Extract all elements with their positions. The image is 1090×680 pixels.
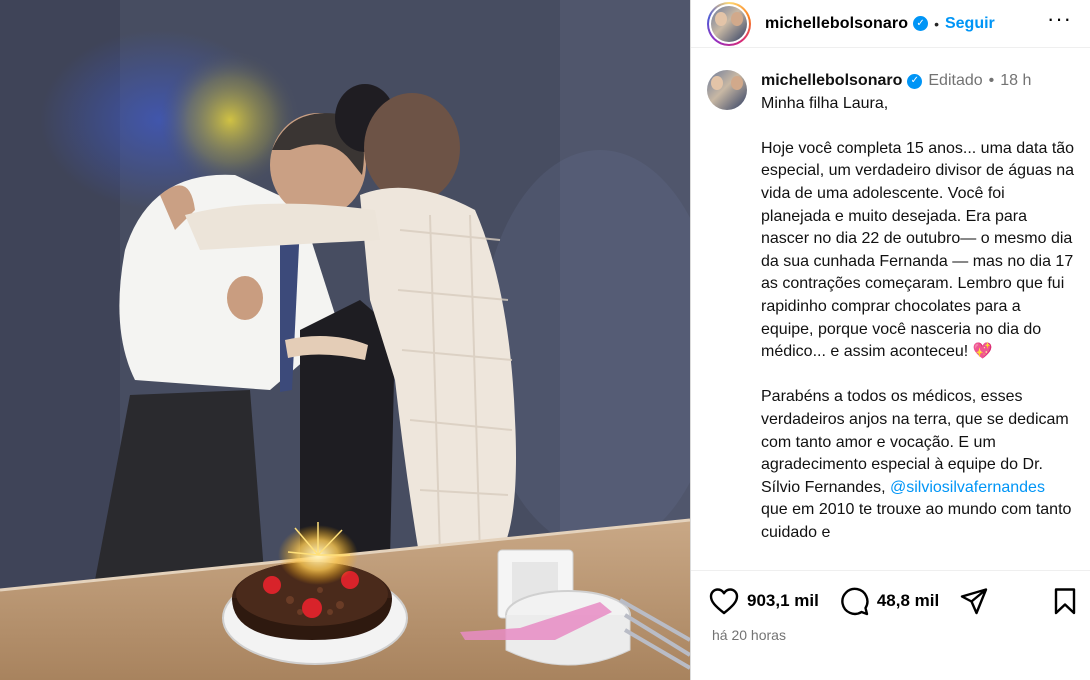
post-timestamp[interactable]: há 20 horas	[691, 627, 1090, 643]
caption-text: michellebolsonaro ✓ Editado • 18 h Minha…	[761, 70, 1075, 544]
caption-paragraph-2: Parabéns a todos os médicos, esses verda…	[761, 386, 1075, 544]
avatar-image	[707, 70, 747, 110]
comments-count[interactable]: 48,8 mil	[877, 591, 939, 611]
caption-paragraph-2-tail: que em 2010 te trouxe ao mundo com tanto…	[761, 501, 1072, 541]
photo-illustration	[0, 0, 690, 680]
bookmark-icon	[1054, 588, 1076, 615]
caption-greeting: Minha filha Laura,	[761, 94, 889, 112]
more-options-icon[interactable]: ···	[1047, 6, 1072, 32]
post-header: michellebolsonaro ✓ • Seguir ···	[691, 0, 1090, 48]
heart-icon	[709, 588, 739, 615]
author-avatar[interactable]	[707, 1, 751, 46]
post-photo[interactable]	[0, 0, 690, 680]
caption-paragraph-1: Hoje você completa 15 anos... uma data t…	[761, 139, 1075, 361]
caption-section: michellebolsonaro ✓ Editado • 18 h Minha…	[691, 56, 1090, 568]
edited-label: Editado	[928, 72, 983, 89]
share-button[interactable]	[959, 587, 989, 615]
verified-badge-icon: ✓	[907, 73, 923, 89]
like-button[interactable]: 903,1 mil	[709, 587, 819, 615]
verified-badge-icon: ✓	[913, 16, 929, 31]
mention-link[interactable]: @silviosilvafernandes	[890, 479, 1045, 496]
likes-count[interactable]: 903,1 mil	[747, 591, 819, 611]
save-button[interactable]	[1053, 587, 1077, 615]
caption-avatar[interactable]	[707, 70, 747, 544]
instagram-post-view: michellebolsonaro ✓ • Seguir ··· michell…	[0, 0, 1090, 680]
separator-dot: •	[934, 15, 939, 32]
separator-dot: •	[988, 72, 995, 89]
post-age[interactable]: 18 h	[1000, 70, 1031, 93]
post-sidebar: michellebolsonaro ✓ • Seguir ··· michell…	[690, 0, 1090, 680]
caption-username[interactable]: michellebolsonaro	[761, 70, 902, 93]
follow-button[interactable]: Seguir	[945, 15, 995, 33]
comment-button[interactable]: 48,8 mil	[839, 586, 939, 616]
post-actions: 903,1 mil 48,8 mil há 20 horas	[691, 570, 1090, 680]
share-icon	[961, 588, 988, 615]
comment-icon	[841, 587, 869, 616]
avatar-image	[711, 5, 747, 42]
author-username[interactable]: michellebolsonaro	[765, 15, 908, 33]
